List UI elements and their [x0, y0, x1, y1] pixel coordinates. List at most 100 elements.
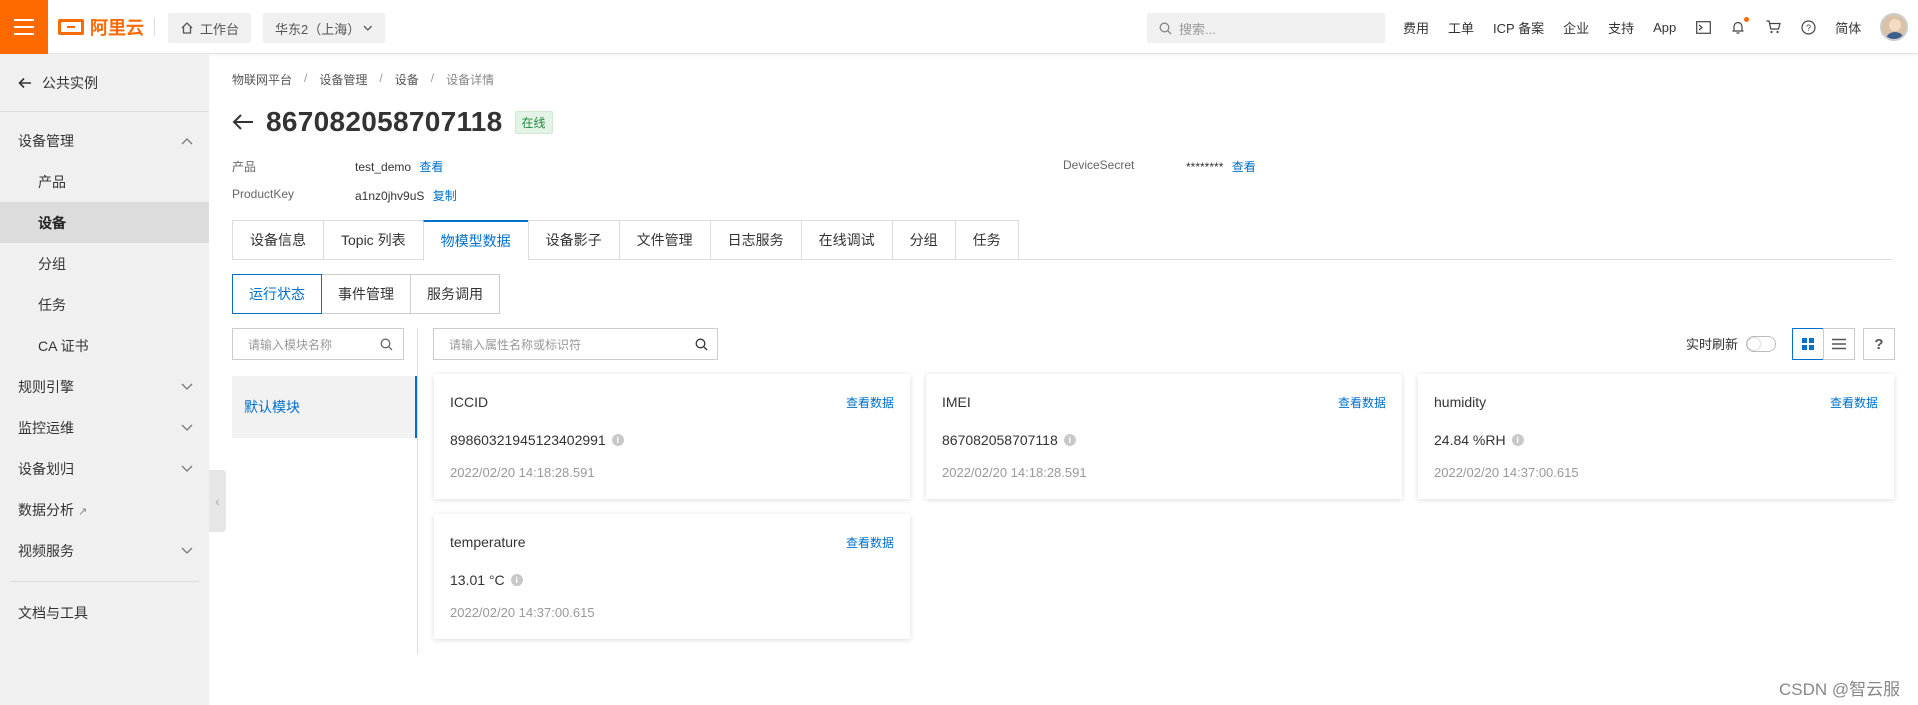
nav-icp[interactable]: ICP 备案 [1493, 18, 1544, 37]
product-label: 产品 [232, 160, 257, 174]
realtime-refresh-toggle[interactable] [1746, 335, 1777, 352]
sidebar-item-rule-engine[interactable]: 规则引擎 [0, 366, 209, 407]
workbench-label: 工作台 [200, 21, 240, 37]
sidebar-item-label: 设备划归 [18, 460, 74, 477]
aliyun-logo[interactable]: 阿里云 [58, 14, 144, 40]
nav-enterprise[interactable]: 企业 [1563, 18, 1589, 37]
chevron-down-icon [181, 424, 193, 431]
tab-groups[interactable]: 分组 [891, 220, 955, 260]
sidebar-divider [10, 581, 199, 582]
sidebar-item-monitoring[interactable]: 监控运维 [0, 407, 209, 448]
property-timestamp: 2022/02/20 14:18:28.591 [450, 465, 595, 480]
breadcrumb: 物联网平台 / 设备管理 / 设备 / 设备详情 [232, 71, 495, 88]
help-button[interactable]: ? [1863, 328, 1895, 360]
module-search-placeholder: 请输入模块名称 [248, 337, 333, 352]
tab-topic-list[interactable]: Topic 列表 [323, 220, 423, 260]
property-name: IMEI [942, 394, 971, 410]
nav-app[interactable]: App [1653, 20, 1676, 35]
module-item-default[interactable]: 默认模块 [232, 376, 417, 438]
hamburger-menu-button[interactable] [0, 0, 48, 54]
sidebar-item-video-service[interactable]: 视频服务 [0, 530, 209, 571]
info-icon[interactable]: i [1511, 434, 1524, 446]
card-view-button[interactable] [1792, 328, 1824, 360]
view-secret-link[interactable]: 查看 [1232, 160, 1256, 174]
module-divider [417, 328, 418, 654]
cart-icon[interactable] [1765, 19, 1781, 35]
info-icon[interactable]: i [1063, 434, 1076, 446]
region-selector[interactable]: 华东2（上海） [263, 13, 385, 43]
tab-tsl-data[interactable]: 物模型数据 [422, 220, 528, 261]
back-to-instances[interactable]: 公共实例 [0, 54, 209, 112]
terminal-icon[interactable] [1695, 19, 1711, 35]
sidebar-item-label: 规则引擎 [18, 378, 74, 395]
chevron-down-icon [181, 465, 193, 472]
back-label: 公共实例 [42, 74, 98, 91]
tab-online-debug[interactable]: 在线调试 [800, 220, 892, 260]
tab-file-management[interactable]: 文件管理 [618, 220, 710, 260]
language-switch[interactable]: 简体 [1835, 18, 1861, 37]
sidebar: 公共实例 设备管理 产品 设备 分组 任务 CA 证书 规则引擎 监控运维 设备… [0, 54, 209, 705]
list-icon [1832, 338, 1846, 350]
search-icon [1159, 22, 1172, 34]
sidebar-item-docs-tools[interactable]: 文档与工具 [0, 592, 209, 633]
bell-icon[interactable] [1730, 17, 1750, 35]
breadcrumb-iot[interactable]: 物联网平台 [232, 71, 292, 88]
tab-device-info[interactable]: 设备信息 [232, 220, 323, 260]
property-value: 13.01 °C [450, 572, 505, 588]
view-data-link[interactable]: 查看数据 [846, 534, 894, 551]
sidebar-item-ca-cert[interactable]: CA 证书 [0, 325, 209, 366]
workbench-button[interactable]: 工作台 [168, 13, 252, 43]
view-product-link[interactable]: 查看 [419, 160, 443, 174]
subtab-event-management[interactable]: 事件管理 [322, 274, 411, 314]
nav-tickets[interactable]: 工单 [1448, 18, 1474, 37]
view-data-link[interactable]: 查看数据 [846, 394, 894, 411]
tab-log-service[interactable]: 日志服务 [709, 220, 801, 260]
info-icon[interactable]: i [510, 574, 523, 586]
list-view-button[interactable] [1823, 328, 1855, 360]
subtab-run-status[interactable]: 运行状态 [232, 274, 322, 314]
grid-icon [1802, 338, 1814, 350]
sidebar-item-groups[interactable]: 分组 [0, 243, 209, 284]
watermark: CSDN @智云服 [1779, 680, 1901, 699]
question-icon: ? [1874, 335, 1884, 353]
tab-device-shadow[interactable]: 设备影子 [527, 220, 619, 260]
realtime-refresh-label: 实时刷新 [1686, 337, 1739, 352]
property-search-input[interactable]: 请输入属性名称或标识符 [433, 328, 718, 360]
module-search-input[interactable]: 请输入模块名称 [232, 328, 404, 360]
sidebar-item-tasks[interactable]: 任务 [0, 284, 209, 325]
arrow-left-icon [18, 77, 31, 88]
chevron-left-icon: ‹ [215, 493, 220, 509]
nav-support[interactable]: 支持 [1608, 18, 1634, 37]
property-value-group: 13.01 °C i [450, 572, 523, 588]
subtab-service-calls[interactable]: 服务调用 [411, 274, 500, 314]
info-icon[interactable]: i [611, 434, 624, 446]
global-search-input[interactable]: 搜索... [1147, 13, 1385, 43]
tab-tasks[interactable]: 任务 [954, 220, 1019, 260]
back-arrow-icon[interactable] [232, 113, 254, 131]
user-avatar[interactable] [1880, 13, 1909, 41]
view-data-link[interactable]: 查看数据 [1338, 394, 1386, 411]
sidebar-item-device-management[interactable]: 设备管理 [0, 120, 209, 161]
help-icon[interactable]: ? [1800, 19, 1816, 35]
breadcrumb-device-mgmt[interactable]: 设备管理 [319, 71, 367, 88]
breadcrumb-devices[interactable]: 设备 [395, 71, 419, 88]
realtime-refresh: 实时刷新 [1686, 334, 1777, 353]
sidebar-item-data-analysis[interactable]: 数据分析 ↗ [0, 489, 209, 530]
devicesecret-value: ******** [1186, 160, 1224, 174]
svg-text:?: ? [1806, 23, 1811, 33]
sidebar-item-devices[interactable]: 设备 [0, 202, 209, 243]
sidebar-item-products[interactable]: 产品 [0, 161, 209, 202]
aliyun-logo-icon [58, 19, 84, 35]
property-card-iccid: ICCID 查看数据 89860321945123402991 i 2022/02… [434, 374, 910, 499]
copy-productkey-link[interactable]: 复制 [433, 189, 457, 203]
sidebar-collapse-handle[interactable]: ‹ [209, 470, 226, 532]
nav-fees[interactable]: 费用 [1403, 18, 1429, 37]
property-value: 89860321945123402991 [450, 432, 606, 448]
property-timestamp: 2022/02/20 14:37:00.615 [450, 605, 595, 620]
property-value-group: 867082058707118 i [942, 432, 1076, 448]
page-header: 867082058707118 在线 [232, 106, 553, 138]
tsl-subtabs: 运行状态 事件管理 服务调用 [232, 274, 500, 314]
sidebar-item-device-assignment[interactable]: 设备划归 [0, 448, 209, 489]
breadcrumb-current: 设备详情 [446, 73, 495, 87]
view-data-link[interactable]: 查看数据 [1830, 394, 1878, 411]
